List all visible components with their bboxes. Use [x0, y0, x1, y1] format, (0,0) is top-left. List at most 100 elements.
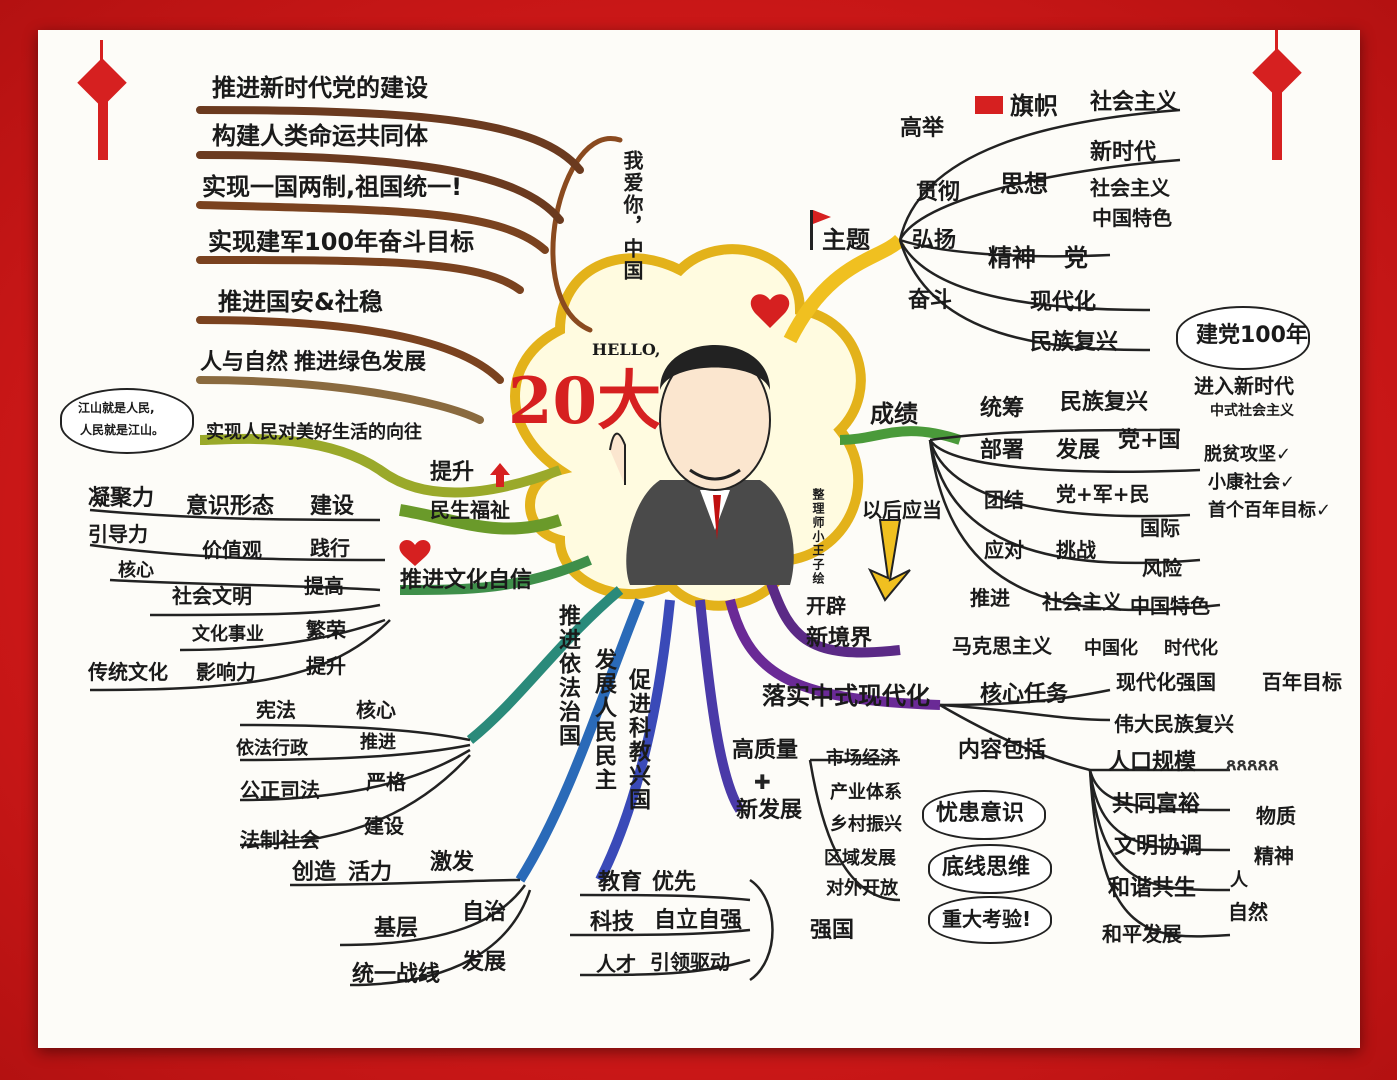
sci-r1-a: 教育 [598, 870, 643, 895]
chinese-knot-left-icon [77, 40, 127, 160]
people-icons: ጸጸጸጸጸ [1226, 754, 1279, 775]
law-r2-b: 推进 [360, 732, 396, 753]
culture-r2-b: 价值观 [202, 538, 262, 562]
flag-icon [975, 96, 1003, 114]
ach-list-2: 小康社会✓ [1208, 472, 1296, 493]
theme-r2-c: 新时代 [1090, 140, 1157, 165]
theme-r1-c: 社会主义 [1090, 90, 1179, 115]
new-era-text: 进入新时代 [1194, 374, 1294, 398]
ach-r3-b: 党+军+民 [1056, 482, 1150, 506]
ach-r4-a: 应对 [984, 538, 1024, 562]
democracy-branch: 发展人民民主 [591, 648, 616, 792]
culture-r1-c: 建设 [310, 494, 355, 519]
culture-r3-c: 提高 [304, 574, 344, 598]
core-task: 核心任务 [980, 682, 1069, 707]
culture-r1-b: 意识形态 [186, 494, 275, 519]
theme-label: 主题 [822, 226, 870, 254]
law-r1-b: 核心 [356, 698, 396, 722]
chinese-knot-right-icon [1252, 30, 1302, 160]
bottom-text: 底线思维 [942, 855, 1031, 880]
culture-r3-b: 社会文明 [172, 584, 252, 608]
law-r4-b: 建设 [364, 814, 404, 838]
hello-text: HELLO, [592, 340, 661, 359]
nature-a: 人与自然 [200, 350, 289, 375]
science-branch: 促进科教兴国 [625, 668, 650, 812]
ach-list-3: 首个百年目标✓ [1208, 500, 1332, 521]
left-item-5: 推进国安&社稳 [218, 288, 383, 316]
ach-r5-c: 风险 [1142, 556, 1182, 580]
strong-text: 强国 [810, 918, 855, 943]
goal-rejuvenation: 伟大民族复兴 [1114, 712, 1234, 736]
law-r3-a: 公正司法 [240, 778, 320, 802]
ach-r1-a: 统筹 [980, 396, 1025, 421]
people-goal: 实现人民对美好生活的向往 [206, 422, 422, 443]
people-bubble [60, 388, 194, 454]
theme-r5-c: 党 [1064, 244, 1088, 272]
quality-label2: 新发展 [736, 798, 803, 823]
dem-r3-b: 发展 [462, 950, 507, 975]
left-item-2: 构建人类命运共同体 [212, 122, 428, 150]
dem-r2-a: 基层 [374, 916, 419, 941]
theme-r2-a: 贯彻 [916, 180, 961, 205]
theme-r5-b: 精神 [988, 244, 1036, 272]
culture-r4-c: 繁荣 [306, 618, 346, 642]
mod-item-5: 和谐共生 [1108, 876, 1197, 901]
achieve-label: 成绩 [870, 400, 918, 428]
raise-text: 提升 [430, 460, 475, 485]
theme-r6-a: 奋斗 [908, 288, 953, 313]
culture-r2-a: 引导力 [88, 522, 148, 546]
q-item-3: 乡村振兴 [830, 814, 902, 835]
culture-branch: 推进文化自信 [400, 568, 533, 593]
ach-r4-b: 挑战 [1056, 538, 1096, 562]
love-china-text: 我爱你，中国 [620, 150, 644, 282]
sci-r2-b: 自立自强 [654, 908, 743, 933]
law-r1-a: 宪法 [256, 698, 296, 722]
trial-text: 重大考验! [942, 907, 1032, 931]
culture-r5-a: 传统文化 [88, 660, 168, 684]
ach-r2-c: 党+国 [1118, 428, 1181, 453]
left-item-4: 实现建军100年奋斗目标 [208, 228, 475, 256]
ach-r6-c: 中国特色 [1130, 594, 1210, 618]
dem-r2-b: 自治 [462, 900, 507, 925]
dem-r1-a: 创造 [292, 860, 337, 885]
modern-branch: 落实中式现代化 [762, 682, 930, 710]
theme-r4-c: 中国特色 [1092, 206, 1172, 230]
party-bubble-text: 建党100年 [1196, 323, 1308, 348]
theme-r1-b: 旗帜 [1010, 92, 1058, 120]
theme-r1-a: 高举 [900, 116, 945, 141]
culture-r2-c: 践行 [310, 536, 350, 560]
mod-item-7: 和平发展 [1102, 922, 1182, 946]
arrow-down-icon [867, 519, 911, 602]
ch-socialism-text: 中式社会主义 [1210, 403, 1294, 419]
worry-text: 忧患意识 [936, 801, 1025, 826]
theme-r6-c: 现代化 [1030, 290, 1097, 315]
future-new: 新境界 [806, 626, 873, 651]
law-branch: 推进依法治国 [555, 604, 580, 748]
mod-item-5b: 人 [1230, 870, 1248, 891]
quality-label1: 高质量 [732, 738, 799, 763]
ach-r2-a: 部署 [980, 438, 1025, 463]
ach-r2-b: 发展 [1056, 438, 1101, 463]
credit-text: 整理师小王子绘 [811, 488, 825, 586]
law-r3-b: 严格 [366, 770, 406, 794]
dem-r1-b: 活力 [348, 860, 393, 885]
future-open: 开辟 [806, 594, 846, 618]
goal-century: 百年目标 [1262, 670, 1342, 694]
people-bubble-line2: 人民就是江山。 [80, 423, 165, 437]
mod-item-3b: 物质 [1256, 804, 1296, 828]
theme-r5-a: 弘扬 [912, 228, 957, 253]
heart-icon [399, 540, 431, 566]
cn-text: 中国化 [1084, 638, 1138, 659]
mod-item-3: 文明协调 [1114, 834, 1203, 859]
ach-r4-c: 国际 [1140, 516, 1180, 540]
center-title: 20大 [508, 364, 662, 439]
future-label: 以后应当 [862, 498, 942, 522]
mod-item-2: 共同富裕 [1112, 792, 1201, 817]
theme-r2-b: 思想 [1000, 170, 1048, 198]
left-item-3: 实现一国两制,祖国统一! [202, 173, 463, 201]
mod-item-4b: 精神 [1254, 844, 1294, 868]
ach-r3-a: 团结 [984, 488, 1024, 512]
ach-list-1: 脱贫攻坚✓ [1204, 444, 1292, 465]
sci-r3-b: 引领驱动 [650, 950, 730, 974]
sci-r1-b: 优先 [652, 870, 697, 895]
